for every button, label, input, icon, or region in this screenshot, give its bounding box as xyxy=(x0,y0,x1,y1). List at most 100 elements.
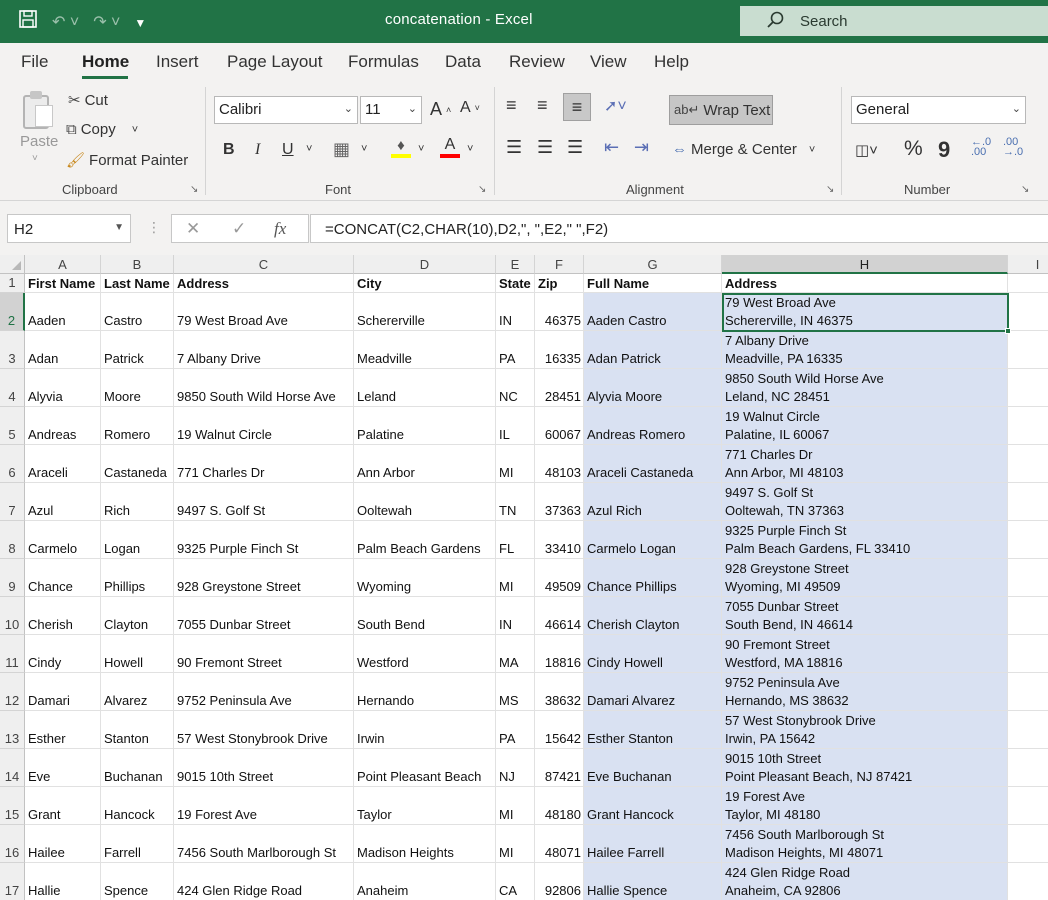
borders-dropdown-icon[interactable]: ˅ xyxy=(361,143,367,155)
cell-first-name[interactable]: Azul xyxy=(28,501,53,520)
cell-first-name[interactable]: Grant xyxy=(28,805,61,824)
cell-full-name[interactable]: Grant Hancock xyxy=(587,805,674,824)
cell-combined-address-line2[interactable]: Anaheim, CA 92806 xyxy=(725,881,841,900)
header-cell-a[interactable]: First Name xyxy=(28,274,95,293)
cell-combined-address-line2[interactable]: South Bend, IN 46614 xyxy=(725,615,853,634)
cell-full-name[interactable]: Hailee Farrell xyxy=(587,843,664,862)
cell-address[interactable]: 19 Walnut Circle xyxy=(177,425,272,444)
cell-address[interactable]: 424 Glen Ridge Road xyxy=(177,881,302,900)
cell-combined-address-line2[interactable]: Madison Heights, MI 48071 xyxy=(725,843,883,862)
cell-city[interactable]: Leland xyxy=(357,387,396,406)
cell-last-name[interactable]: Phillips xyxy=(104,577,145,596)
cell-last-name[interactable]: Castaneda xyxy=(104,463,167,482)
cell-combined-address-line1[interactable]: 57 West Stonybrook Drive xyxy=(725,711,876,730)
row-header[interactable]: 14 xyxy=(0,749,25,787)
cell-combined-address-line2[interactable]: Leland, NC 28451 xyxy=(725,387,830,406)
cell-combined-address-line2[interactable]: Irwin, PA 15642 xyxy=(725,729,815,748)
cell-full-name[interactable]: Andreas Romero xyxy=(587,425,685,444)
cell-zip[interactable]: 38632 xyxy=(535,691,581,710)
format-painter-button[interactable]: 🖌 Format Painter xyxy=(66,151,188,170)
cell-city[interactable]: Palatine xyxy=(357,425,404,444)
select-all-button[interactable] xyxy=(0,255,25,274)
cell-last-name[interactable]: Farrell xyxy=(104,843,141,862)
cell-first-name[interactable]: Eve xyxy=(28,767,50,786)
cell-first-name[interactable]: Carmelo xyxy=(28,539,77,558)
cell-combined-address-line1[interactable]: 7456 South Marlborough St xyxy=(725,825,884,844)
cell-city[interactable]: Point Pleasant Beach xyxy=(357,767,481,786)
decrease-decimal-icon[interactable]: .00 →.0 xyxy=(1003,137,1023,158)
cell-state[interactable]: PA xyxy=(499,349,515,368)
fill-color-button[interactable]: ♦ xyxy=(391,137,411,158)
cell-address[interactable]: 79 West Broad Ave xyxy=(177,311,288,330)
customize-qat-icon[interactable]: ▼ xyxy=(134,11,146,35)
currency-format-icon[interactable]: ◫˅ xyxy=(855,141,878,159)
fill-handle[interactable] xyxy=(1005,328,1011,334)
align-middle-icon[interactable]: ≡ xyxy=(537,95,548,116)
row-header[interactable]: 17 xyxy=(0,863,25,900)
cell-address[interactable]: 9850 South Wild Horse Ave xyxy=(177,387,336,406)
row-header[interactable]: 10 xyxy=(0,597,25,635)
cell-full-name[interactable]: Adan Patrick xyxy=(587,349,661,368)
cell-city[interactable]: Schererville xyxy=(357,311,425,330)
save-icon[interactable] xyxy=(18,9,38,37)
cell-combined-address-line2[interactable]: Ooltewah, TN 37363 xyxy=(725,501,844,520)
column-header-h[interactable]: H xyxy=(722,255,1008,274)
increase-font-size-icon[interactable]: A ˄ xyxy=(430,99,451,120)
cell-last-name[interactable]: Clayton xyxy=(104,615,148,634)
column-header-e[interactable]: E xyxy=(496,255,535,274)
cell-state[interactable]: MI xyxy=(499,463,513,482)
cell-zip[interactable]: 48103 xyxy=(535,463,581,482)
cell-combined-address-line2[interactable]: Taylor, MI 48180 xyxy=(725,805,820,824)
cell-city[interactable]: Meadville xyxy=(357,349,412,368)
cell-combined-address-line1[interactable]: 424 Glen Ridge Road xyxy=(725,863,850,882)
cell-state[interactable]: FL xyxy=(499,539,514,558)
cell-full-name[interactable]: Carmelo Logan xyxy=(587,539,676,558)
alignment-launcher-icon[interactable]: ↘ xyxy=(826,184,834,195)
cell-city[interactable]: Wyoming xyxy=(357,577,411,596)
cell-state[interactable]: MI xyxy=(499,805,513,824)
cell-address[interactable]: 928 Greystone Street xyxy=(177,577,301,596)
cut-button[interactable]: ✂ Cut xyxy=(68,91,108,110)
number-format-select[interactable]: General ⌄ xyxy=(851,96,1026,124)
row-header[interactable]: 4 xyxy=(0,369,25,407)
cell-city[interactable]: Ann Arbor xyxy=(357,463,415,482)
cell-last-name[interactable]: Howell xyxy=(104,653,143,672)
comma-style-button[interactable]: 9 xyxy=(938,137,950,163)
font-name-select[interactable]: Calibri ⌄ xyxy=(214,96,358,124)
cell-full-name[interactable]: Araceli Castaneda xyxy=(587,463,693,482)
cell-city[interactable]: Taylor xyxy=(357,805,392,824)
cell-full-name[interactable]: Cherish Clayton xyxy=(587,615,680,634)
cell-city[interactable]: Madison Heights xyxy=(357,843,454,862)
underline-button[interactable]: U xyxy=(282,141,294,159)
column-header-g[interactable]: G xyxy=(584,255,722,274)
cell-last-name[interactable]: Stanton xyxy=(104,729,149,748)
cell-last-name[interactable]: Alvarez xyxy=(104,691,147,710)
formula-bar-grip-icon[interactable]: ⋮ xyxy=(147,219,161,236)
cell-city[interactable]: Irwin xyxy=(357,729,384,748)
tab-formulas[interactable]: Formulas xyxy=(348,52,419,72)
search-box[interactable]: Search xyxy=(740,6,1048,36)
bold-button[interactable]: B xyxy=(223,141,235,159)
tab-home[interactable]: Home xyxy=(82,52,129,72)
align-center-icon[interactable]: ☰ xyxy=(537,137,553,158)
cell-address[interactable]: 9752 Peninsula Ave xyxy=(177,691,292,710)
row-header[interactable]: 6 xyxy=(0,445,25,483)
tab-view[interactable]: View xyxy=(590,52,627,72)
cell-combined-address-line1[interactable]: 7055 Dunbar Street xyxy=(725,597,838,616)
cell-last-name[interactable]: Buchanan xyxy=(104,767,163,786)
column-header-i[interactable]: I xyxy=(1008,255,1048,274)
cell-state[interactable]: CA xyxy=(499,881,517,900)
copy-dropdown-icon[interactable]: ˅ xyxy=(132,124,138,136)
cell-zip[interactable]: 46375 xyxy=(535,311,581,330)
cell-combined-address-line1[interactable]: 9850 South Wild Horse Ave xyxy=(725,369,884,388)
tab-data[interactable]: Data xyxy=(445,52,481,72)
header-cell-f[interactable]: Zip xyxy=(538,274,558,293)
formula-input[interactable]: =CONCAT(C2,CHAR(10),D2,", ",E2," ",F2) xyxy=(310,214,1048,243)
tab-insert[interactable]: Insert xyxy=(156,52,199,72)
row-header[interactable]: 1 xyxy=(0,274,25,293)
cell-address[interactable]: 9015 10th Street xyxy=(177,767,273,786)
row-header[interactable]: 13 xyxy=(0,711,25,749)
cell-first-name[interactable]: Chance xyxy=(28,577,73,596)
cell-address[interactable]: 771 Charles Dr xyxy=(177,463,264,482)
cell-full-name[interactable]: Esther Stanton xyxy=(587,729,673,748)
